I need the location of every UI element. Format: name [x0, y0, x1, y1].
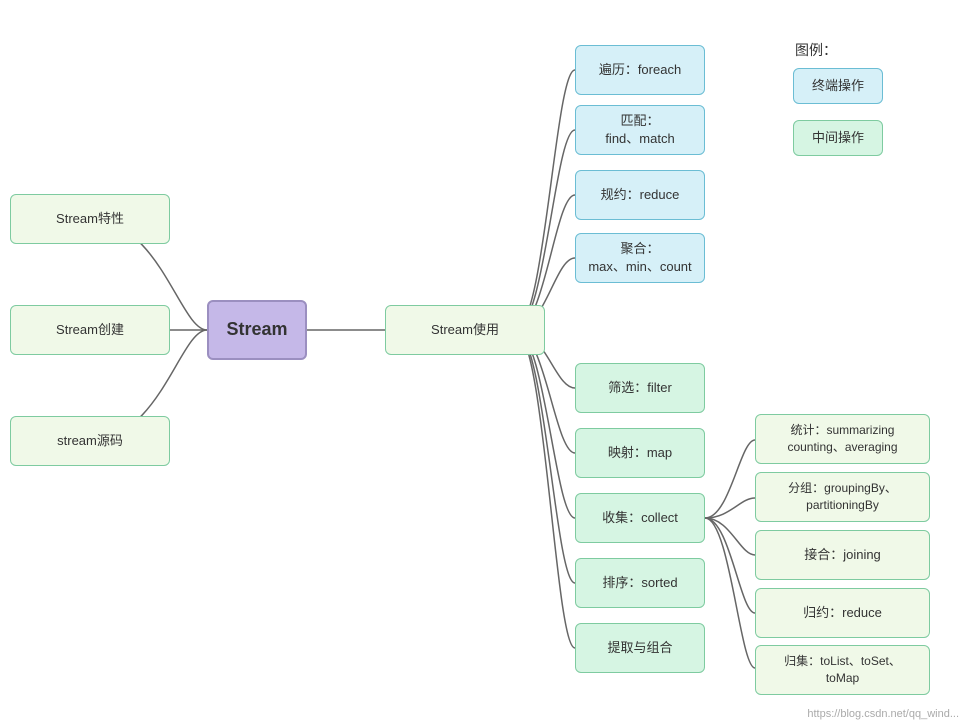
map-node: 映射：map: [575, 428, 705, 478]
joining-node: 接合：joining: [755, 530, 930, 580]
collect-node: 收集：collect: [575, 493, 705, 543]
watermark: https://blog.csdn.net/qq_wind...: [807, 708, 959, 720]
combine-node: 提取与组合: [575, 623, 705, 673]
tolist-node: 归集：toList、toSet、 toMap: [755, 645, 930, 695]
diagram: Stream特性 Stream创建 stream源码 Stream Stream…: [0, 0, 969, 728]
foreach-node: 遍历：foreach: [575, 45, 705, 95]
stream-use-node: Stream使用: [385, 305, 545, 355]
legend-terminal: 终端操作: [793, 68, 883, 104]
stream-create-node: Stream创建: [10, 305, 170, 355]
reduce2-node: 归约：reduce: [755, 588, 930, 638]
stream-chars-node: Stream特性: [10, 194, 170, 244]
aggregate-node: 聚合： max、min、count: [575, 233, 705, 283]
legend-intermediate: 中间操作: [793, 120, 883, 156]
reduce-node: 规约：reduce: [575, 170, 705, 220]
filter-node: 筛选：filter: [575, 363, 705, 413]
summarizing-node: 统计：summarizing counting、averaging: [755, 414, 930, 464]
stream-main-node: Stream: [207, 300, 307, 360]
sorted-node: 排序：sorted: [575, 558, 705, 608]
stream-source-node: stream源码: [10, 416, 170, 466]
legend-title: 图例：: [795, 40, 837, 60]
grouping-node: 分组：groupingBy、 partitioningBy: [755, 472, 930, 522]
find-match-node: 匹配： find、match: [575, 105, 705, 155]
